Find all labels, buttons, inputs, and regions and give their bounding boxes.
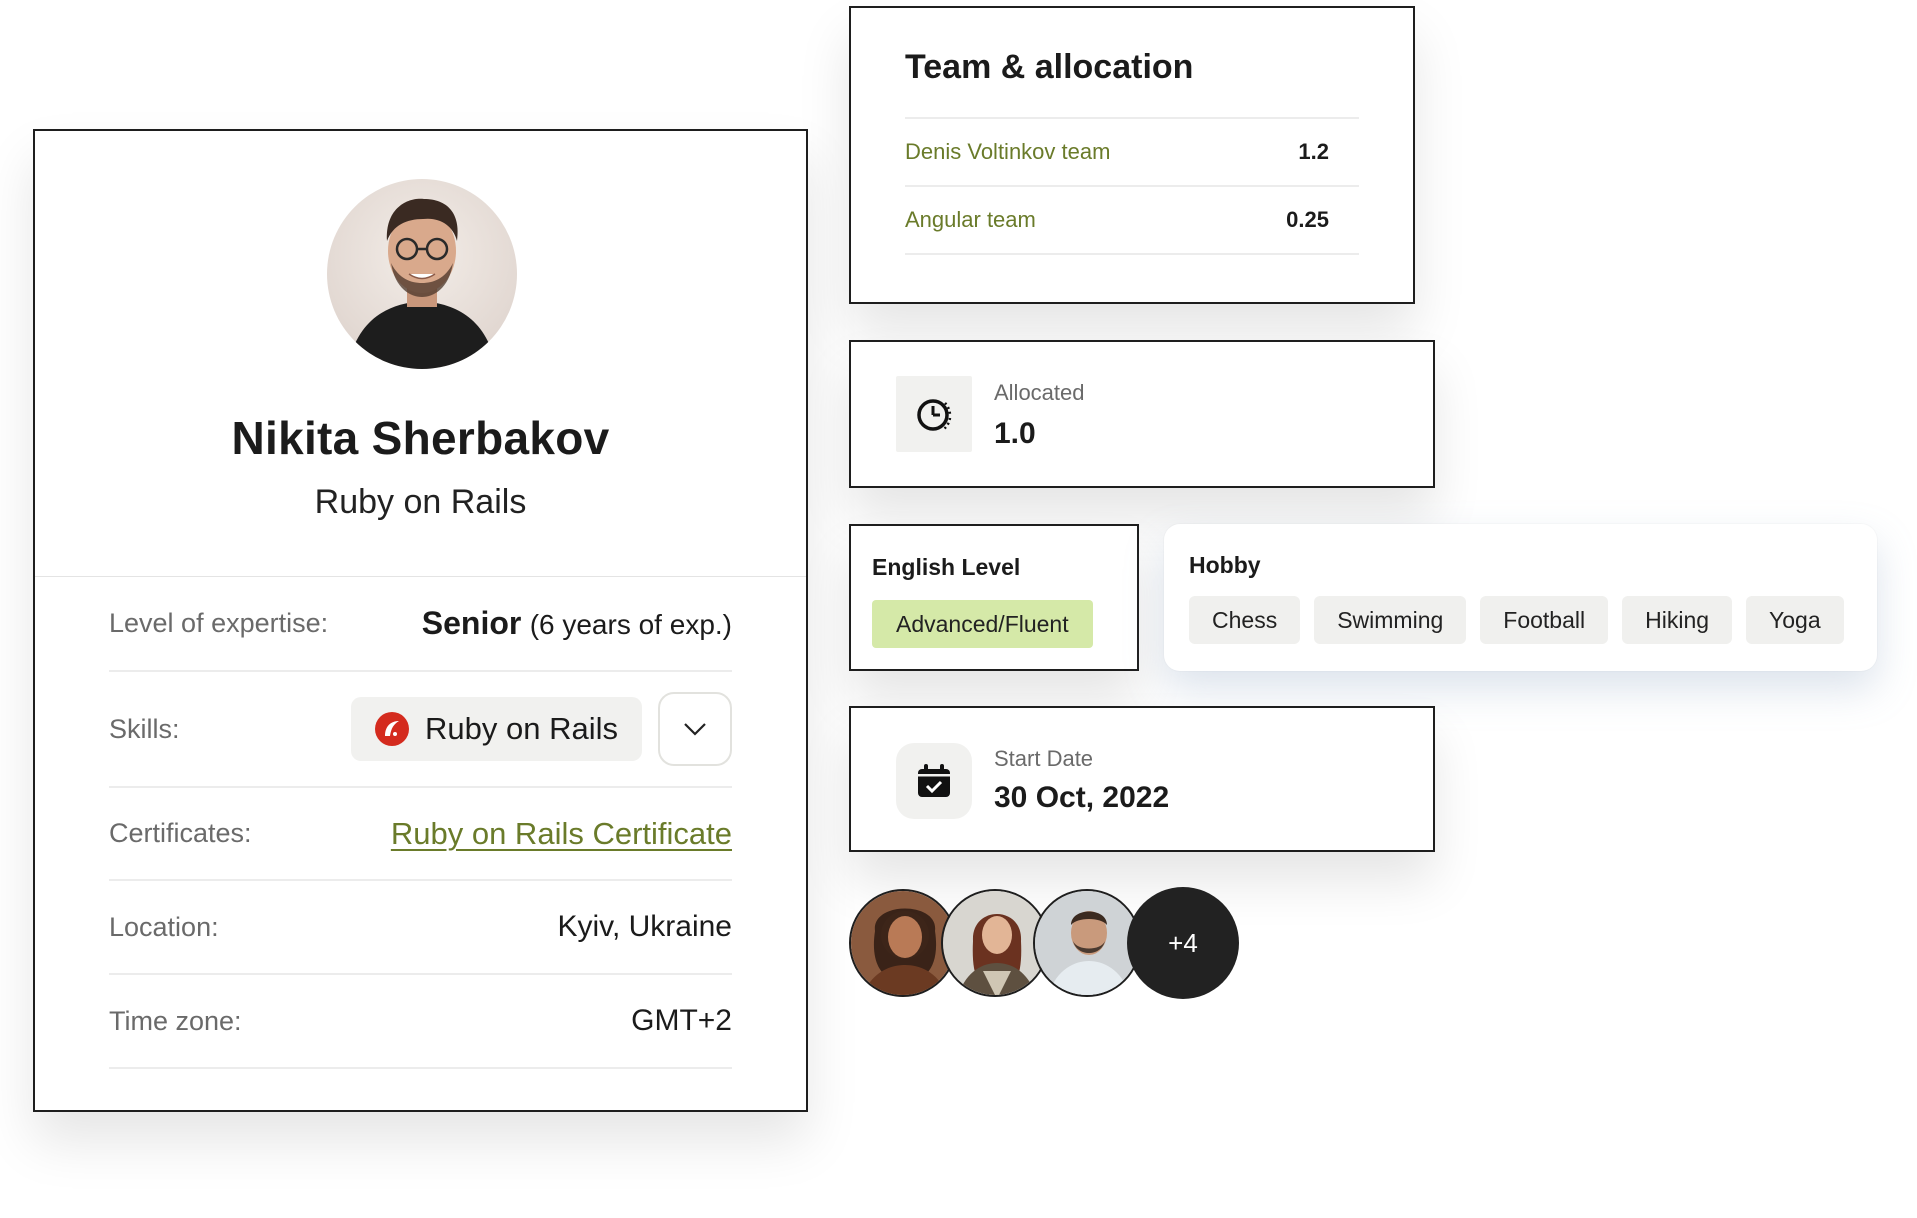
- english-level-card: English Level Advanced/Fluent: [849, 524, 1139, 671]
- skills-label: Skills:: [109, 713, 180, 744]
- profile-card: Nikita Sherbakov Ruby on Rails Level of …: [33, 129, 808, 1112]
- certificates-row: Certificates: Ruby on Rails Certificate: [109, 788, 732, 881]
- chevron-down-icon: [684, 723, 706, 736]
- hobby-chip[interactable]: Swimming: [1314, 596, 1467, 644]
- hobby-chip[interactable]: Hiking: [1622, 596, 1733, 644]
- allocated-label: Allocated: [994, 380, 1085, 405]
- hobby-chip[interactable]: Chess: [1189, 596, 1301, 644]
- skills-dropdown-button[interactable]: [658, 692, 732, 766]
- hobby-label: Hobby: [1189, 552, 1261, 578]
- timezone-value: GMT+2: [631, 1004, 732, 1037]
- skills-group: Ruby on Rails: [351, 692, 732, 766]
- team-members-avatars: +4: [849, 887, 1249, 1001]
- hobby-chip[interactable]: Yoga: [1746, 596, 1844, 644]
- skill-label: Ruby on Rails: [425, 711, 618, 746]
- hobby-card: Hobby Chess Swimming Football Hiking Yog…: [1164, 524, 1877, 671]
- clock-icon: [896, 376, 972, 452]
- location-row: Location: Kyiv, Ukraine: [109, 881, 732, 975]
- timezone-row: Time zone: GMT+2: [109, 975, 732, 1069]
- team-list: Denis Voltinkov team 1.2 Angular team 0.…: [905, 117, 1359, 255]
- profile-header: Nikita Sherbakov Ruby on Rails: [35, 131, 806, 577]
- skills-row: Skills: Ruby on Rails: [109, 672, 732, 788]
- allocated-card: Allocated 1.0: [849, 340, 1435, 488]
- location-label: Location:: [109, 911, 219, 942]
- start-date-card: Start Date 30 Oct, 2022: [849, 706, 1435, 852]
- expertise-row: Level of expertise: Senior (6 years of e…: [109, 577, 732, 672]
- allocated-value: 1.0: [994, 417, 1036, 450]
- more-members-button[interactable]: +4: [1127, 887, 1239, 999]
- hobby-chips: Chess Swimming Football Hiking Yoga: [1189, 596, 1844, 644]
- skill-chip[interactable]: Ruby on Rails: [351, 697, 642, 761]
- team-allocation-value: 0.25: [1286, 207, 1329, 232]
- profile-role: Ruby on Rails: [314, 483, 527, 521]
- member-avatar[interactable]: [1033, 889, 1141, 997]
- start-date-label: Start Date: [994, 746, 1094, 771]
- english-level-badge: Advanced/Fluent: [872, 600, 1093, 648]
- team-row[interactable]: Denis Voltinkov team 1.2: [905, 119, 1359, 187]
- profile-name: Nikita Sherbakov: [231, 412, 610, 464]
- profile-avatar: [327, 179, 517, 369]
- team-name[interactable]: Angular team: [905, 207, 1036, 233]
- rails-logo-icon: [375, 712, 410, 746]
- certificates-label: Certificates:: [109, 818, 252, 848]
- location-value: Kyiv, Ukraine: [557, 910, 733, 943]
- expertise-years: (6 years of exp.): [529, 609, 732, 640]
- team-allocation-title: Team & allocation: [905, 48, 1194, 86]
- certificate-link[interactable]: Ruby on Rails Certificate: [391, 816, 732, 852]
- team-allocation-card: Team & allocation Denis Voltinkov team 1…: [849, 6, 1415, 304]
- start-date-value: 30 Oct, 2022: [994, 781, 1170, 814]
- expertise-label: Level of expertise:: [109, 608, 329, 638]
- calendar-check-icon: [896, 743, 972, 819]
- english-level-label: English Level: [872, 554, 1021, 580]
- team-name[interactable]: Denis Voltinkov team: [905, 139, 1110, 165]
- timezone-label: Time zone:: [109, 1005, 242, 1036]
- hobby-chip[interactable]: Football: [1480, 596, 1609, 644]
- expertise-value: Senior (6 years of exp.): [422, 605, 732, 642]
- profile-details: Level of expertise: Senior (6 years of e…: [109, 577, 732, 1069]
- expertise-level: Senior: [421, 605, 522, 641]
- team-allocation-value: 1.2: [1298, 139, 1329, 164]
- team-row[interactable]: Angular team 0.25: [905, 187, 1359, 255]
